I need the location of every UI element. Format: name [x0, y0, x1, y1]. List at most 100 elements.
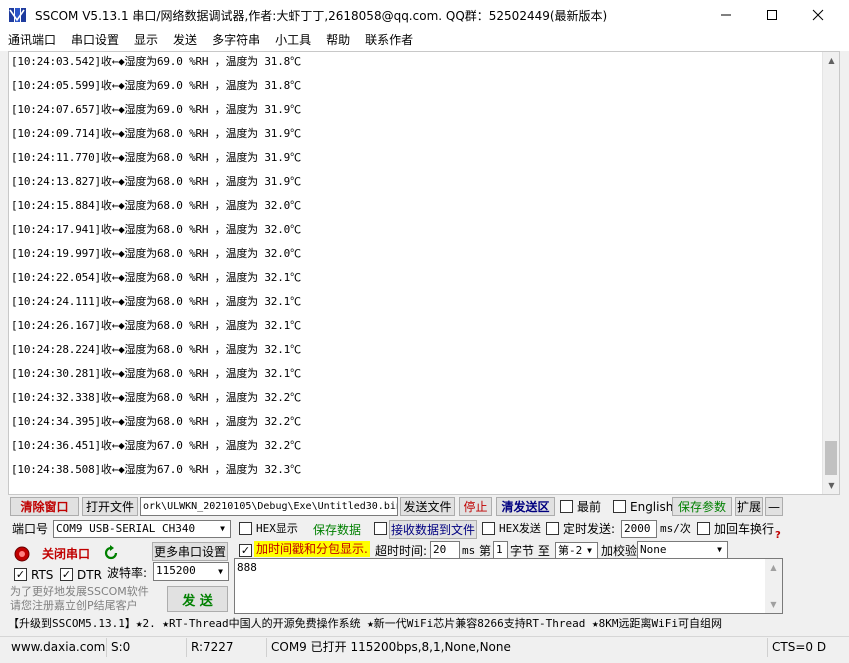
receive-line: [10:24:05.599]收←◆湿度为69.0 %RH ，温度为 31.8℃	[11, 79, 301, 92]
status-bar: www.daxia.com S:0 R:7227 COM9 已打开 115200…	[0, 636, 849, 657]
receive-line: [10:24:03.542]收←◆湿度为69.0 %RH ，温度为 31.8℃	[11, 55, 301, 68]
start-index-input[interactable]: 1	[493, 541, 508, 559]
hex-send-label: HEX发送	[499, 522, 541, 535]
close-port-button[interactable]: 关闭串口	[34, 543, 98, 564]
close-button[interactable]	[795, 0, 841, 30]
menu-send[interactable]: 发送	[165, 30, 204, 51]
receive-line: [10:24:30.281]收←◆湿度为68.0 %RH ，温度为 32.1℃	[11, 367, 301, 380]
chevron-down-icon: ▼	[717, 545, 722, 554]
timeout-input[interactable]: 20	[430, 541, 460, 559]
send-file-button[interactable]: 发送文件	[400, 497, 455, 516]
topmost-label: 最前	[577, 500, 602, 514]
send-scrollbar[interactable]: ▲ ▼	[765, 559, 782, 613]
help-icon[interactable]: ?	[775, 528, 781, 544]
menu-display[interactable]: 显示	[126, 30, 165, 51]
checksum-label: 加校验	[601, 544, 638, 558]
collapse-button[interactable]: —	[765, 497, 783, 516]
more-settings-button[interactable]: 更多串口设置	[152, 542, 228, 561]
receive-line: [10:24:07.657]收←◆湿度为69.0 %RH ，温度为 31.9℃	[11, 103, 301, 116]
receive-line: [10:24:24.111]收←◆湿度为68.0 %RH ，温度为 32.1℃	[11, 295, 301, 308]
receive-line: [10:24:22.054]收←◆湿度为68.0 %RH ，温度为 32.1℃	[11, 271, 301, 284]
receive-line: [10:24:34.395]收←◆湿度为68.0 %RH ，温度为 32.2℃	[11, 415, 301, 428]
timeout-label: 超时时间:	[375, 544, 428, 558]
save-data-button[interactable]: 保存数据	[306, 520, 368, 539]
receive-lines: [10:24:03.542]收←◆湿度为69.0 %RH ，温度为 31.8℃ …	[11, 52, 821, 482]
rts-label: RTS	[31, 568, 54, 582]
crlf-checkbox[interactable]	[697, 522, 710, 535]
timed-send-checkbox[interactable]	[546, 522, 559, 535]
interval-unit: ms/次	[660, 522, 691, 535]
receive-line: [10:24:32.338]收←◆湿度为68.0 %RH ，温度为 32.2℃	[11, 391, 301, 404]
interval-input[interactable]: 2000	[621, 520, 657, 538]
scroll-up-icon[interactable]: ▲	[823, 52, 839, 69]
checksum-select[interactable]: None ▼	[637, 541, 728, 559]
timestamp-label: 加时间戳和分包显示.	[254, 541, 370, 557]
recv-to-file-checkbox[interactable]	[374, 522, 387, 535]
port-select[interactable]: COM9 USB-SERIAL CH340 ▼	[53, 520, 231, 538]
timestamp-checkbox[interactable]: ✓	[239, 544, 252, 557]
hex-display-label: HEX显示	[256, 522, 298, 535]
menu-tools[interactable]: 小工具	[267, 30, 318, 51]
english-label: English	[630, 500, 674, 514]
receive-line: [10:24:36.451]收←◆湿度为67.0 %RH ，温度为 32.2℃	[11, 439, 301, 452]
rts-checkbox[interactable]: ✓	[14, 568, 27, 581]
receive-line: [10:24:19.997]收←◆湿度为68.0 %RH ，温度为 32.0℃	[11, 247, 301, 260]
maximize-button[interactable]	[749, 0, 795, 30]
menu-bar: 通讯端口 串口设置 显示 发送 多字符串 小工具 帮助 联系作者	[0, 30, 849, 51]
crlf-label: 加回车换行	[714, 522, 775, 536]
menu-multi-string[interactable]: 多字符串	[204, 30, 267, 51]
app-icon	[9, 8, 26, 22]
status-sent-count: S:0	[108, 638, 187, 657]
status-received-count: R:7227	[188, 638, 267, 657]
hex-display-checkbox[interactable]	[239, 522, 252, 535]
menu-contact[interactable]: 联系作者	[357, 30, 420, 51]
file-path-input[interactable]: ork\ULWKN_20210105\Debug\Exe\Untitled30.…	[140, 497, 398, 516]
clear-send-button[interactable]: 清发送区	[496, 497, 555, 516]
menu-help[interactable]: 帮助	[318, 30, 357, 51]
menu-serial-settings[interactable]: 串口设置	[63, 30, 126, 51]
minimize-button[interactable]	[703, 0, 749, 30]
send-textarea[interactable]: 888 ▲ ▼	[234, 558, 783, 614]
port-label: 端口号	[12, 522, 49, 536]
refresh-icon[interactable]	[103, 545, 119, 561]
status-website[interactable]: www.daxia.com	[8, 638, 107, 657]
menu-comm-port[interactable]: 通讯端口	[0, 30, 63, 51]
baud-select[interactable]: 115200 ▼	[153, 562, 229, 581]
recv-to-file-button[interactable]: 接收数据到文件	[389, 520, 477, 539]
send-button[interactable]: 发 送	[167, 586, 228, 612]
topmost-checkbox[interactable]	[560, 500, 573, 513]
title-bar[interactable]: SSCOM V5.13.1 串口/网络数据调试器,作者:大虾丁丁,2618058…	[0, 0, 849, 30]
open-file-button[interactable]: 打开文件	[82, 497, 138, 516]
send-text: 888	[237, 561, 257, 574]
receive-line: [10:24:11.770]收←◆湿度为68.0 %RH ，温度为 31.9℃	[11, 151, 301, 164]
timed-send-label: 定时发送:	[563, 522, 616, 536]
receive-area[interactable]: [10:24:03.542]收←◆湿度为69.0 %RH ，温度为 31.8℃ …	[8, 51, 840, 495]
promo-banner[interactable]: 【升级到SSCOM5.13.1】★2. ★RT-Thread中国人的开源免费操作…	[8, 616, 783, 632]
english-checkbox[interactable]	[613, 500, 626, 513]
receive-scrollbar[interactable]: ▲ ▼	[822, 52, 839, 494]
baud-value: 115200	[156, 564, 196, 577]
hex-send-checkbox[interactable]	[482, 522, 495, 535]
receive-line: [10:24:13.827]收←◆湿度为68.0 %RH ，温度为 31.9℃	[11, 175, 301, 188]
minimize-icon	[721, 14, 731, 16]
stop-button[interactable]: 停止	[459, 497, 492, 516]
scroll-up-icon[interactable]: ▲	[765, 559, 782, 576]
receive-line: [10:24:09.714]收←◆湿度为68.0 %RH ，温度为 31.9℃	[11, 127, 301, 140]
upgrade-notice-line2[interactable]: 请您注册嘉立创P结尾客户	[10, 598, 138, 614]
scroll-thumb[interactable]	[825, 441, 837, 475]
dtr-checkbox[interactable]: ✓	[60, 568, 73, 581]
index-label: 第	[479, 544, 492, 558]
baud-label: 波特率:	[107, 566, 148, 580]
receive-line: [10:24:38.508]收←◆湿度为67.0 %RH ，温度为 32.3℃	[11, 463, 301, 476]
dtr-label: DTR	[77, 568, 102, 582]
scroll-down-icon[interactable]: ▼	[823, 477, 839, 494]
clear-window-button[interactable]: 清除窗口	[10, 497, 79, 516]
expand-button[interactable]: 扩展	[735, 497, 763, 516]
save-params-button[interactable]: 保存参数	[672, 497, 732, 516]
status-port-info: COM9 已打开 115200bps,8,1,None,None	[268, 638, 768, 657]
receive-line: [10:24:28.224]收←◆湿度为68.0 %RH ，温度为 32.1℃	[11, 343, 301, 356]
scroll-down-icon[interactable]: ▼	[765, 596, 782, 613]
chevron-down-icon: ▼	[587, 546, 592, 555]
chevron-down-icon: ▼	[220, 524, 225, 533]
chevron-down-icon: ▼	[218, 566, 223, 576]
